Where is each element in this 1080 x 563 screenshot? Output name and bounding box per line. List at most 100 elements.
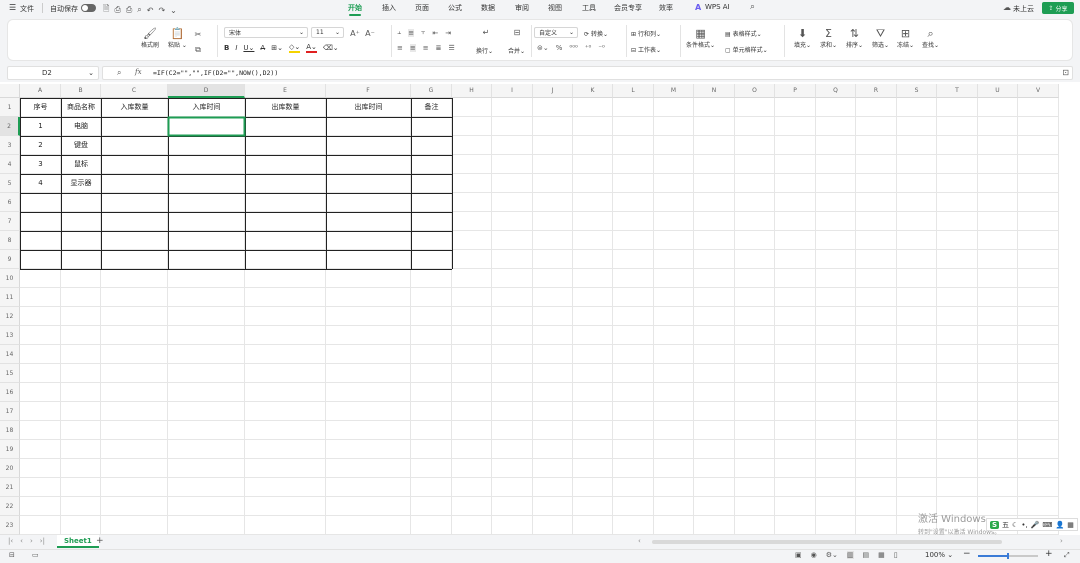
cell-style-button[interactable]: ▢ 单元格样式⌄	[725, 45, 768, 54]
tab-tools[interactable]: 工具	[582, 3, 596, 13]
row-header-3[interactable]: 3	[0, 136, 20, 155]
add-sheet-icon[interactable]: +	[96, 536, 104, 546]
format-painter-button[interactable]: 🖌 格式刷	[141, 27, 159, 49]
table-cell[interactable]: 3	[20, 155, 61, 174]
underline-icon[interactable]: U⌄	[243, 44, 254, 52]
merge-button[interactable]: 合并⌄	[508, 46, 525, 55]
font-name-select[interactable]: 宋体 ⌄	[224, 27, 308, 38]
table-cell[interactable]: 2	[20, 136, 61, 155]
table-cell[interactable]: 显示器	[61, 174, 101, 193]
row-header-11[interactable]: 11	[0, 288, 20, 307]
scroll-right-icon[interactable]: ›	[1060, 537, 1063, 545]
grid-menu-icon[interactable]: ▦	[1067, 521, 1074, 529]
header-cell[interactable]: 出库时间	[326, 98, 411, 117]
row-header-4[interactable]: 4	[0, 155, 20, 174]
header-cell[interactable]: 入库数量	[101, 98, 168, 117]
header-cell[interactable]: 入库时间	[168, 98, 245, 117]
column-header-N[interactable]: N	[694, 84, 735, 98]
more-chevron-icon[interactable]: ⌄	[170, 6, 177, 15]
page-layout-icon[interactable]: ▤	[863, 551, 870, 559]
last-sheet-icon[interactable]: ›|	[40, 537, 45, 545]
distribute-icon[interactable]: ☰	[449, 44, 455, 52]
print-preview-icon[interactable]: ⌕	[137, 5, 141, 15]
column-header-M[interactable]: M	[654, 84, 694, 98]
column-header-O[interactable]: O	[735, 84, 775, 98]
table-cell[interactable]: 1	[20, 117, 61, 136]
next-sheet-icon[interactable]: ›	[30, 537, 33, 545]
strikethrough-icon[interactable]: A	[260, 44, 265, 52]
sort-button[interactable]: ⇅ 排序⌄	[846, 27, 863, 49]
fullscreen-icon[interactable]: ⤢	[1064, 551, 1070, 560]
row-header-6[interactable]: 6	[0, 193, 20, 212]
header-cell[interactable]: 商品名称	[61, 98, 101, 117]
column-header-E[interactable]: E	[245, 84, 326, 98]
column-header-I[interactable]: I	[492, 84, 533, 98]
tab-insert[interactable]: 插入	[382, 3, 396, 13]
undo-icon[interactable]: ↶	[147, 6, 154, 15]
cell-grid[interactable]	[20, 98, 1080, 535]
column-header-H[interactable]: H	[452, 84, 492, 98]
row-header-15[interactable]: 15	[0, 364, 20, 383]
status-sheet-icon[interactable]: ⊟	[9, 551, 15, 559]
search-icon[interactable]: ⌕	[750, 2, 755, 12]
column-header-F[interactable]: F	[326, 84, 411, 98]
column-header-C[interactable]: C	[101, 84, 168, 98]
file-menu[interactable]: 文件	[20, 4, 34, 14]
clear-icon[interactable]: ⌫⌄	[323, 44, 339, 52]
percent-icon[interactable]: %	[556, 44, 563, 52]
expand-formula-icon[interactable]: ⊡	[1062, 68, 1069, 77]
table-cell[interactable]: 键盘	[61, 136, 101, 155]
row-header-14[interactable]: 14	[0, 345, 20, 364]
row-header-1[interactable]: 1	[0, 98, 20, 117]
column-header-U[interactable]: U	[978, 84, 1018, 98]
bold-icon[interactable]: B	[224, 44, 229, 52]
tab-page[interactable]: 页面	[415, 3, 429, 13]
row-header-9[interactable]: 9	[0, 250, 20, 269]
menu-icon[interactable]: ☰	[9, 3, 16, 12]
table-cell[interactable]: 4	[20, 174, 61, 193]
column-header-L[interactable]: L	[613, 84, 654, 98]
table-cell[interactable]: 鼠标	[61, 155, 101, 174]
align-right-icon[interactable]: ≡	[423, 44, 429, 52]
number-format-select[interactable]: 自定义 ⌄	[534, 27, 578, 38]
wrap-icon[interactable]: ↵	[480, 26, 492, 38]
row-header-7[interactable]: 7	[0, 212, 20, 231]
punctuation-icon[interactable]: •,	[1021, 521, 1027, 529]
first-sheet-icon[interactable]: |‹	[8, 537, 13, 545]
row-header-12[interactable]: 12	[0, 307, 20, 326]
column-header-K[interactable]: K	[573, 84, 613, 98]
column-header-Q[interactable]: Q	[816, 84, 856, 98]
row-header-21[interactable]: 21	[0, 478, 20, 497]
decrease-font-icon[interactable]: A⁻	[364, 27, 376, 39]
row-header-2[interactable]: 2	[0, 117, 20, 136]
display-settings-icon[interactable]: ⚙⌄	[826, 551, 838, 559]
row-header-18[interactable]: 18	[0, 421, 20, 440]
font-size-select[interactable]: 11 ⌄	[311, 27, 344, 38]
indent-icon[interactable]: ⇥	[445, 29, 451, 37]
table-style-button[interactable]: ▤ 表格样式⌄	[725, 29, 762, 38]
convert-button[interactable]: ⟳ 转换⌄	[584, 29, 608, 38]
sheet-tab-sheet1[interactable]: Sheet1	[57, 535, 99, 548]
share-button[interactable]: ⇪ 分享	[1042, 2, 1074, 14]
zoom-level[interactable]: 100% ⌄	[925, 551, 953, 559]
zoom-slider-thumb[interactable]	[1007, 553, 1009, 559]
justify-icon[interactable]: ≣	[436, 44, 442, 52]
merge-icon[interactable]: ⊟	[511, 26, 523, 38]
eye-protection-icon[interactable]: ◉	[811, 551, 817, 559]
increase-font-icon[interactable]: A⁺	[349, 27, 361, 39]
zoom-formula-icon[interactable]: ⌕	[117, 68, 121, 78]
font-color-icon[interactable]: A⌄	[306, 43, 317, 53]
tab-view[interactable]: 视图	[548, 3, 562, 13]
column-header-V[interactable]: V	[1018, 84, 1059, 98]
redo-icon[interactable]: ↷	[158, 6, 165, 15]
italic-icon[interactable]: I	[235, 44, 237, 52]
zoom-slider[interactable]	[978, 553, 1038, 559]
formula-input[interactable]: ⌕ fx =IF(C2="","",IF(D2="",NOW(),D2)) ⊡	[102, 66, 1073, 80]
sum-button[interactable]: Σ 求和⌄	[820, 27, 837, 49]
tab-wps-ai[interactable]: WPS AI	[705, 3, 730, 11]
zoom-in-icon[interactable]: +	[1045, 549, 1053, 559]
fill-color-icon[interactable]: ◇⌄	[288, 43, 301, 53]
row-header-8[interactable]: 8	[0, 231, 20, 250]
print-icon[interactable]: ⎙	[126, 5, 132, 15]
column-header-G[interactable]: G	[411, 84, 452, 98]
